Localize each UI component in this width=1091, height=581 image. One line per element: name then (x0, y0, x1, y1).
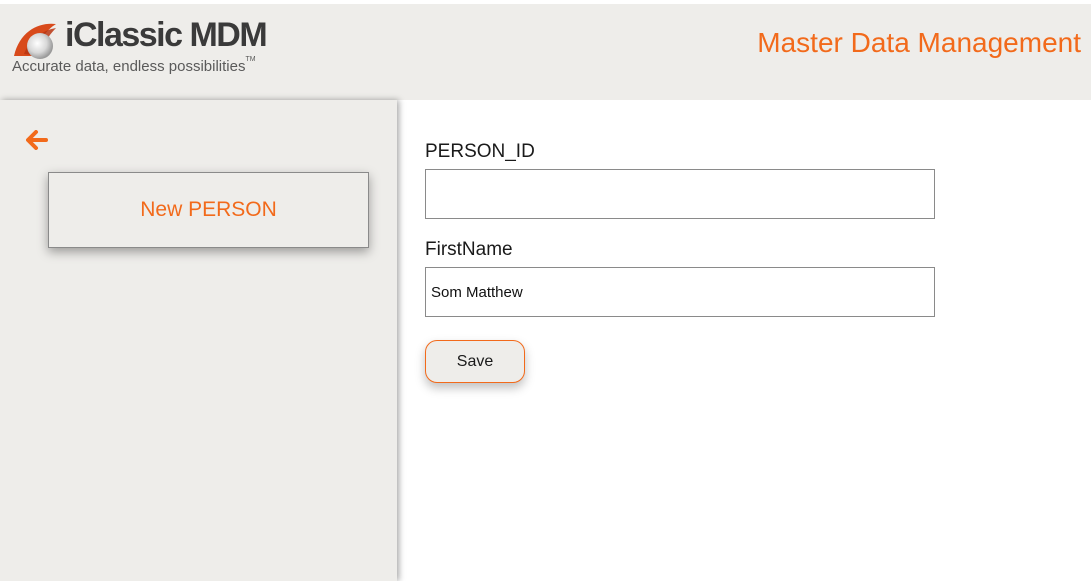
person-id-label: PERSON_ID (425, 141, 535, 162)
logo: iClassic MDM Accurate data, endless poss… (8, 14, 308, 84)
logo-mark-icon (14, 23, 56, 59)
app-title: Master Data Management (757, 27, 1081, 58)
person-id-input[interactable] (425, 169, 935, 219)
app-header: iClassic MDM Accurate data, endless poss… (0, 4, 1091, 100)
arrow-left-icon[interactable] (26, 130, 48, 150)
logo-tagline: Accurate data, endless possibilitiesTM (12, 56, 256, 75)
sidebar: New PERSON (0, 100, 397, 581)
first-name-input[interactable] (425, 267, 935, 317)
logo-tagline-text: Accurate data, endless possibilities (12, 58, 246, 75)
new-person-button[interactable]: New PERSON (48, 172, 369, 248)
logo-title: iClassic MDM (65, 16, 268, 54)
trademark-mark: TM (245, 56, 256, 63)
save-button[interactable]: Save (425, 340, 525, 383)
person-form: PERSON_ID FirstName Save (425, 100, 1025, 581)
first-name-label: FirstName (425, 239, 513, 260)
